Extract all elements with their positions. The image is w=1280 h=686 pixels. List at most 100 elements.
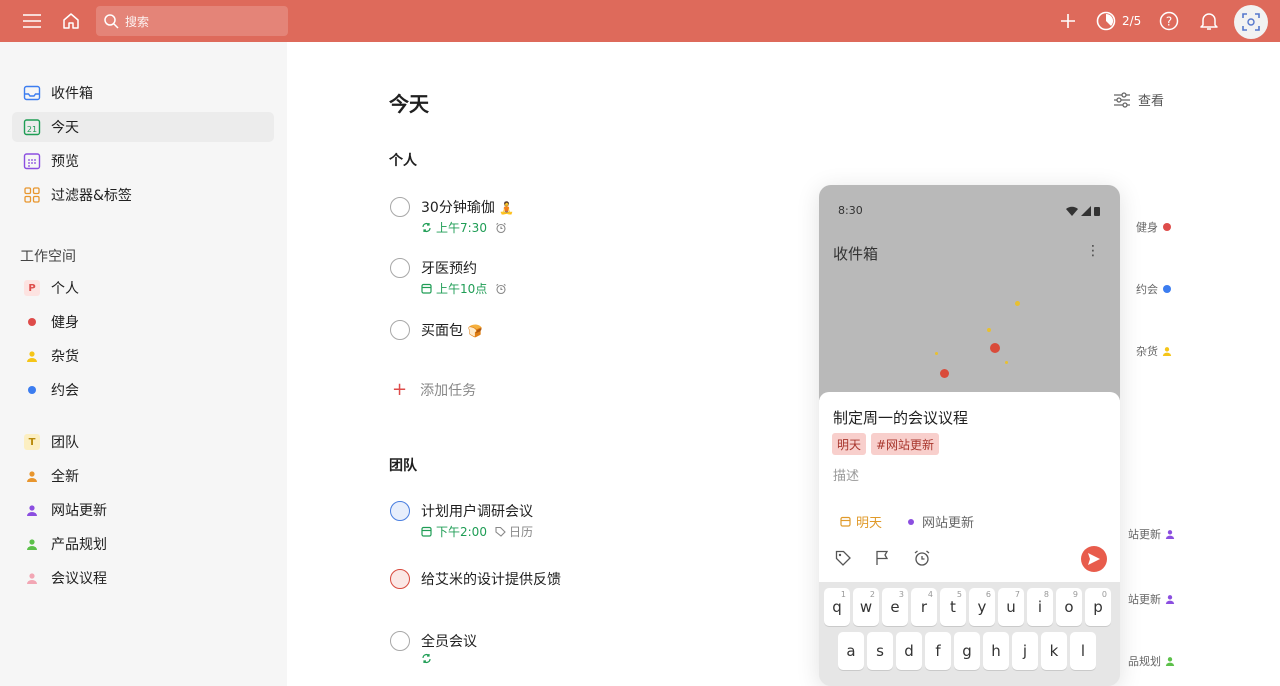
key-q[interactable]: q1 <box>824 588 850 626</box>
task-title[interactable]: 牙医预约 <box>421 258 477 278</box>
key-g[interactable]: g <box>954 632 980 670</box>
task-title[interactable]: 给艾米的设计提供反馈 <box>421 569 561 589</box>
quick-add-task-title[interactable]: 制定周一的会议议程 <box>833 407 968 428</box>
key-h[interactable]: h <box>983 632 1009 670</box>
project-dot-icon <box>1163 223 1171 231</box>
top-bar: 搜索 2/5 ? <box>0 0 1280 42</box>
alarm-icon <box>495 222 507 234</box>
person-icon <box>22 534 42 554</box>
flag-icon[interactable] <box>872 548 892 568</box>
scan-icon <box>1242 13 1260 31</box>
repeat-icon <box>422 222 431 233</box>
key-t[interactable]: t5 <box>940 588 966 626</box>
sidebar-item-upcoming[interactable]: 预览 <box>12 146 274 176</box>
phone-inbox-screen: 8:30 收件箱 ⋮ <box>819 185 1120 400</box>
task-title[interactable]: 30分钟瑜伽 🧘 <box>421 197 514 217</box>
key-j[interactable]: j <box>1012 632 1038 670</box>
alarm-icon[interactable] <box>912 548 932 568</box>
sidebar-item-today[interactable]: 21 今天 <box>12 112 274 142</box>
person-icon <box>1165 595 1175 604</box>
date-chip[interactable]: 明天 <box>832 433 867 455</box>
key-a[interactable]: a <box>838 632 864 670</box>
key-r[interactable]: r4 <box>911 588 937 626</box>
personal-project-icon: P <box>22 278 42 298</box>
key-e[interactable]: e3 <box>882 588 908 626</box>
view-options-button[interactable]: 查看 <box>1113 90 1164 109</box>
project-selector[interactable]: 网站更新 <box>908 512 974 531</box>
menu-icon[interactable] <box>18 0 46 42</box>
svg-text:?: ? <box>1166 15 1172 29</box>
key-l[interactable]: l <box>1070 632 1096 670</box>
view-label: 查看 <box>1138 94 1165 109</box>
key-o[interactable]: o9 <box>1056 588 1082 626</box>
phone-status-icons <box>1066 206 1100 216</box>
decorative-dot <box>935 352 938 355</box>
wifi-icon <box>1066 206 1078 216</box>
decorative-dot <box>1015 301 1020 306</box>
description-field[interactable]: 描述 <box>833 465 859 484</box>
decorative-dot <box>990 343 1000 353</box>
search-placeholder: 搜索 <box>125 14 150 29</box>
sidebar-item-product-planning[interactable]: 产品规划 <box>12 529 274 559</box>
send-icon <box>1088 553 1100 565</box>
task-project-tag: 站更新 <box>1128 526 1175 542</box>
project-dot-icon <box>22 380 42 400</box>
avatar[interactable] <box>1234 5 1268 39</box>
bell-icon[interactable] <box>1196 0 1222 42</box>
search-input[interactable]: 搜索 <box>96 6 288 36</box>
key-f[interactable]: f <box>925 632 951 670</box>
task-checkbox[interactable] <box>390 501 410 521</box>
add-task-button[interactable]: + 添加任务 <box>392 380 476 400</box>
task-title[interactable]: 计划用户调研会议 <box>421 501 533 521</box>
task-checkbox[interactable] <box>390 258 410 278</box>
sidebar-item-personal[interactable]: P 个人 <box>12 273 274 303</box>
project-badge-p: P <box>24 280 40 296</box>
task-checkbox[interactable] <box>390 197 410 217</box>
key-i[interactable]: i8 <box>1027 588 1053 626</box>
decorative-dot <box>987 328 991 332</box>
task-project-tag: 约会 <box>1136 281 1171 297</box>
decorative-dot <box>940 369 949 378</box>
due-date-button[interactable]: 明天 <box>840 512 882 531</box>
task-title[interactable]: 买面包 🍞 <box>421 320 482 340</box>
add-task-plus-icon[interactable] <box>1056 0 1080 42</box>
project-dot-icon <box>1163 285 1171 293</box>
sidebar-item-team[interactable]: T 团队 <box>12 427 274 457</box>
calendar-day-number: 21 <box>27 125 37 134</box>
sidebar-item-inbox[interactable]: 收件箱 <box>12 78 274 108</box>
task-title[interactable]: 全员会议 <box>421 631 477 651</box>
sidebar-item-fitness[interactable]: 健身 <box>12 307 274 337</box>
sidebar-item-filters-labels[interactable]: 过滤器&标签 <box>12 180 274 210</box>
task-label[interactable]: 日历 <box>495 523 533 540</box>
key-d[interactable]: d <box>896 632 922 670</box>
productivity-button[interactable]: 2/5 <box>1096 0 1141 42</box>
sidebar-item-label: 收件箱 <box>51 86 93 102</box>
task-checkbox[interactable] <box>390 569 410 589</box>
home-icon[interactable] <box>57 0 85 42</box>
alarm-icon <box>495 283 507 295</box>
send-button[interactable] <box>1081 546 1107 572</box>
workspace-heading: 工作空间 <box>20 249 76 265</box>
sidebar-item-dates[interactable]: 约会 <box>12 375 274 405</box>
key-u[interactable]: u7 <box>998 588 1024 626</box>
key-p[interactable]: p0 <box>1085 588 1111 626</box>
sidebar-item-meeting-agenda[interactable]: 会议议程 <box>12 563 274 593</box>
help-icon[interactable]: ? <box>1156 0 1182 42</box>
sidebar-item-groceries[interactable]: 杂货 <box>12 341 274 371</box>
productivity-pie-icon <box>1096 11 1116 31</box>
key-k[interactable]: k <box>1041 632 1067 670</box>
task-due-time: 上午7:30 <box>421 219 507 236</box>
sidebar-item-website-update[interactable]: 网站更新 <box>12 495 274 525</box>
key-w[interactable]: w2 <box>853 588 879 626</box>
tag-icon[interactable] <box>833 548 853 568</box>
key-y[interactable]: y6 <box>969 588 995 626</box>
search-icon <box>104 13 119 29</box>
task-checkbox[interactable] <box>390 631 410 651</box>
key-s[interactable]: s <box>867 632 893 670</box>
more-vertical-icon[interactable]: ⋮ <box>1086 244 1100 258</box>
yoga-emoji: 🧘 <box>499 201 515 215</box>
sidebar-item-new[interactable]: 全新 <box>12 461 274 491</box>
label-chip[interactable]: #网站更新 <box>871 433 940 455</box>
sidebar-item-label: 网站更新 <box>51 503 107 519</box>
task-checkbox[interactable] <box>390 320 410 340</box>
